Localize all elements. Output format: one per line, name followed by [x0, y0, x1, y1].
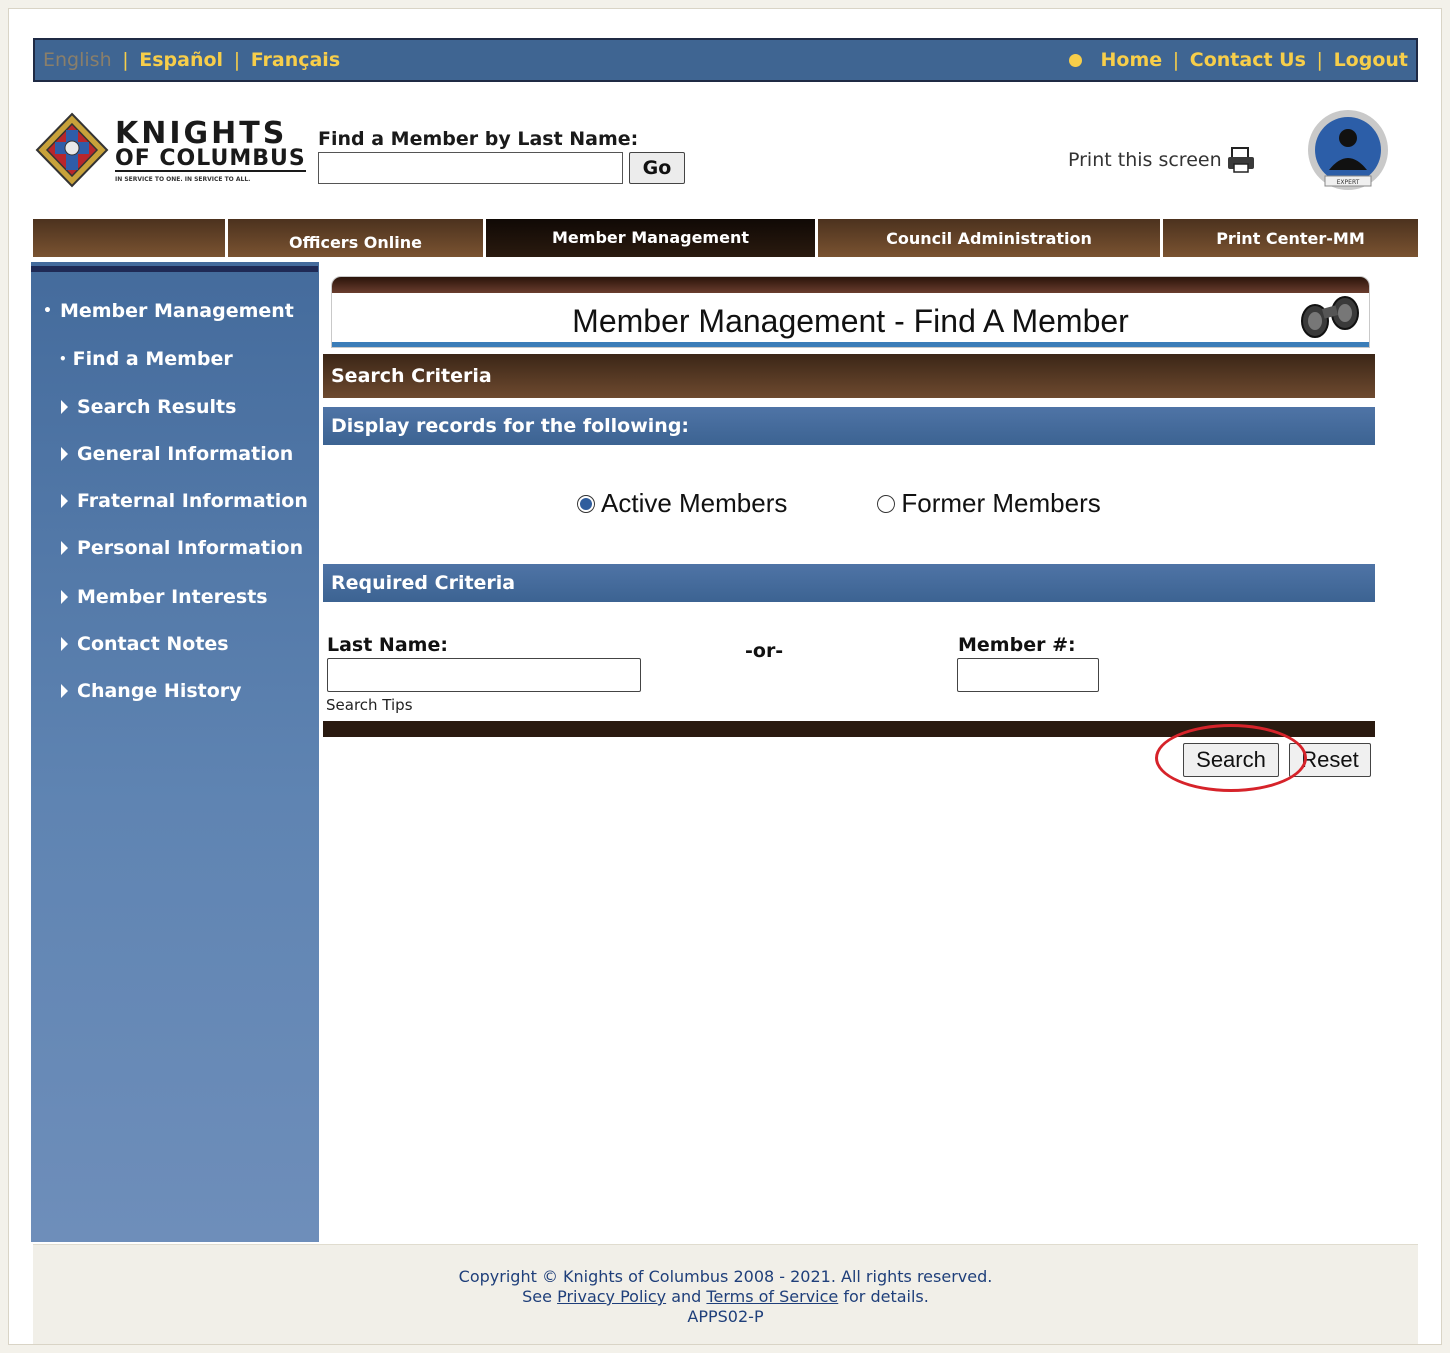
lang-english-link[interactable]: English — [43, 49, 112, 71]
sidebar-item-label: Fraternal Information — [77, 490, 308, 512]
logo-of-columbus-text: OF COLUMBUS — [115, 146, 306, 172]
binoculars-icon — [1301, 296, 1359, 338]
required-criteria-header: Required Criteria — [323, 564, 1375, 602]
sidebar-item-search-results[interactable]: Search Results — [61, 396, 236, 418]
triangle-right-icon — [61, 684, 68, 698]
or-label: -or- — [745, 640, 784, 662]
logo-tagline: IN SERVICE TO ONE. IN SERVICE TO ALL. — [115, 176, 251, 183]
triangle-right-icon — [61, 541, 68, 555]
footer-details: for details. — [843, 1287, 929, 1306]
sidebar-item-fraternal-information[interactable]: Fraternal Information — [61, 490, 308, 512]
sidebar-item-general-information[interactable]: General Information — [61, 443, 293, 465]
footer-and: and — [671, 1287, 702, 1306]
last-name-input[interactable] — [327, 658, 641, 692]
tab-council-administration[interactable]: Council Administration — [818, 219, 1163, 257]
sidebar-item-label: Change History — [77, 680, 242, 702]
triangle-right-icon — [61, 590, 68, 604]
expert-badge-text: EXPERT — [1337, 179, 1360, 186]
lang-french-link[interactable]: Français — [251, 49, 340, 71]
header: KNIGHTS OF COLUMBUS IN SERVICE TO ONE. I… — [33, 82, 1418, 220]
nav-tab-blank — [33, 219, 228, 257]
tab-print-center[interactable]: Print Center-MM — [1163, 219, 1418, 257]
copyright-text: Copyright © Knights of Columbus 2008 - 2… — [458, 1267, 993, 1286]
sidebar-item-label: Contact Notes — [77, 633, 229, 655]
sidebar-item-personal-information[interactable]: Personal Information — [61, 537, 303, 559]
footer-see: See — [522, 1287, 552, 1306]
active-members-label: Active Members — [601, 488, 788, 518]
sidebar: • Member Management • Find a Member Sear… — [31, 262, 319, 1242]
former-members-radio[interactable]: Former Members — [877, 488, 1101, 519]
active-members-radio[interactable]: Active Members — [577, 488, 787, 519]
lang-spanish-link[interactable]: Español — [139, 49, 223, 71]
member-status-radio-group: Active Members Former Members — [577, 488, 1101, 519]
triangle-right-icon — [61, 447, 68, 461]
contact-us-link[interactable]: Contact Us — [1190, 49, 1306, 71]
member-number-label: Member #: — [958, 634, 1076, 656]
sidebar-top-line — [31, 266, 318, 272]
go-button[interactable]: Go — [629, 152, 685, 184]
knights-of-columbus-logo[interactable]: KNIGHTS OF COLUMBUS IN SERVICE TO ONE. I… — [33, 110, 308, 196]
sidebar-item-label: Search Results — [77, 396, 237, 418]
radio-unselected-icon — [877, 494, 896, 513]
triangle-right-icon — [61, 494, 68, 508]
display-records-header: Display records for the following: — [323, 407, 1375, 445]
sidebar-item-label: Member Interests — [77, 586, 268, 608]
sidebar-section-member-management[interactable]: • Member Management — [43, 300, 294, 322]
printer-icon — [1227, 147, 1254, 173]
bullet-icon — [1068, 54, 1082, 67]
member-number-input[interactable] — [957, 658, 1099, 692]
sidebar-item-label: General Information — [77, 443, 294, 465]
separator: | — [1316, 49, 1323, 71]
page-title: Member Management - Find A Member — [572, 303, 1129, 339]
sidebar-item-change-history[interactable]: Change History — [61, 680, 242, 702]
triangle-right-icon — [61, 637, 68, 651]
utility-links: Home | Contact Us | Logout — [1068, 49, 1408, 71]
sidebar-item-find-a-member[interactable]: • Find a Member — [59, 348, 233, 370]
triangle-right-icon — [61, 400, 68, 414]
former-members-label: Former Members — [901, 488, 1101, 518]
tab-member-management[interactable]: Member Management — [486, 219, 818, 257]
sidebar-item-label: Find a Member — [72, 348, 233, 370]
find-member-input[interactable] — [318, 152, 623, 184]
top-bar: English | Español | Français Home | Cont… — [33, 38, 1418, 82]
bullet-icon: • — [59, 352, 67, 366]
separator: | — [1172, 49, 1180, 71]
sidebar-section-label: Member Management — [59, 300, 294, 322]
privacy-policy-link[interactable]: Privacy Policy — [557, 1287, 666, 1306]
banner-cap — [332, 277, 1369, 293]
search-tips-link[interactable]: Search Tips — [326, 696, 413, 714]
main-nav: Officers Online Member Management Counci… — [33, 219, 1418, 257]
print-screen-link[interactable]: Print this screen — [1068, 146, 1256, 174]
sidebar-item-contact-notes[interactable]: Contact Notes — [61, 633, 229, 655]
search-criteria-header: Search Criteria — [323, 354, 1375, 398]
banner-base — [332, 342, 1369, 347]
language-links: English | Español | Français — [43, 49, 340, 71]
sidebar-item-member-interests[interactable]: Member Interests — [61, 586, 268, 608]
terms-of-service-link[interactable]: Terms of Service — [706, 1287, 838, 1306]
expert-badge-icon[interactable]: EXPERT — [1301, 106, 1395, 200]
home-link[interactable]: Home — [1100, 49, 1162, 71]
main-content: Member Management - Find A Member Search… — [319, 262, 1418, 1242]
separator: | — [122, 49, 129, 71]
bullet-icon: • — [43, 303, 52, 319]
tab-officers-online[interactable]: Officers Online — [228, 219, 486, 257]
footer: Copyright © Knights of Columbus 2008 - 2… — [33, 1244, 1418, 1344]
app-code: APPS02-P — [687, 1307, 764, 1326]
find-member-label: Find a Member by Last Name: — [318, 128, 639, 150]
sidebar-item-label: Personal Information — [77, 537, 304, 559]
footer-links-line: See Privacy Policy and Terms of Service … — [33, 1287, 1418, 1307]
separator: | — [233, 49, 241, 71]
logout-link[interactable]: Logout — [1334, 49, 1408, 71]
print-label: Print this screen — [1068, 149, 1222, 171]
page-banner: Member Management - Find A Member — [331, 276, 1370, 348]
emblem-icon — [35, 112, 109, 188]
radio-selected-icon — [577, 494, 595, 513]
search-highlight-circle — [1155, 724, 1307, 792]
last-name-label: Last Name: — [327, 634, 448, 656]
